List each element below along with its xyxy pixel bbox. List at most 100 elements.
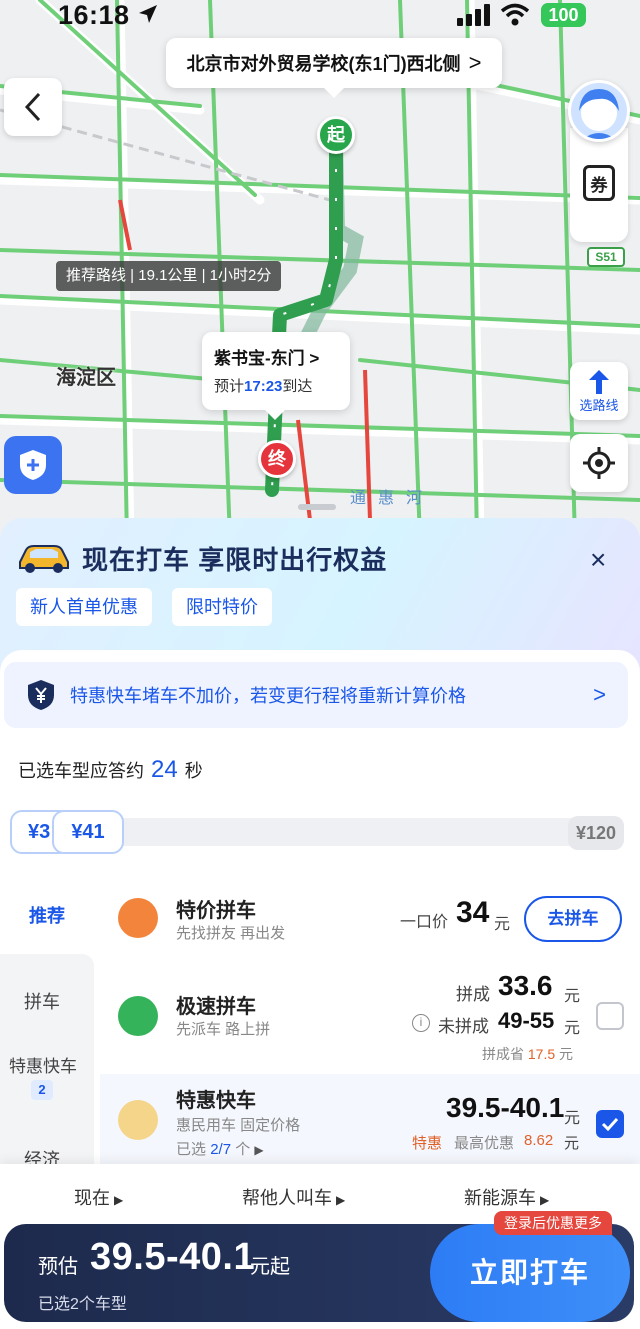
save-unit: 元 bbox=[559, 1046, 574, 1062]
estimate-price: 39.5-40.1 bbox=[90, 1236, 256, 1278]
selected-prefix: 已选 bbox=[176, 1141, 207, 1158]
info-icon[interactable]: i bbox=[412, 1014, 430, 1032]
choose-route-label: 选路线 bbox=[579, 398, 619, 413]
choose-route-button[interactable]: 选路线 bbox=[570, 362, 628, 420]
discount-label: 最高优惠 bbox=[454, 1135, 515, 1152]
back-button[interactable] bbox=[4, 78, 62, 136]
option-label: 现在 bbox=[74, 1188, 110, 1208]
safety-button[interactable] bbox=[4, 436, 62, 494]
wait-time: 已选车型应答约 24 秒 bbox=[18, 756, 203, 784]
nav-item-pool[interactable]: 拼车 bbox=[0, 988, 84, 1014]
triangle-right-icon: ▶ bbox=[254, 1143, 264, 1157]
river-label: 通惠河 bbox=[350, 490, 435, 507]
avatar-face-icon bbox=[579, 89, 619, 139]
pooled-price: 33.6 bbox=[498, 970, 553, 1001]
status-time: 16:18 bbox=[58, 0, 130, 30]
check-icon bbox=[601, 1117, 619, 1131]
option-call-for-others[interactable]: 帮他人叫车 ▶ bbox=[242, 1184, 345, 1210]
ride-sub: 先派车 路上拼 bbox=[176, 1021, 271, 1038]
ride-name: 特惠快车 bbox=[176, 1090, 256, 1112]
route-summary-label: 推荐路线 | 19.1公里 | 1小时2分 bbox=[56, 261, 282, 291]
eta-time: 17:23 bbox=[244, 378, 283, 395]
price-max-chip: ¥120 bbox=[568, 816, 624, 850]
special-pool-icon bbox=[118, 898, 158, 938]
wifi-icon bbox=[500, 3, 530, 26]
discount-amount: 8.62 bbox=[524, 1132, 554, 1149]
nav-item-express-badge: 2 bbox=[31, 1080, 53, 1100]
unpooled-label: 未拼成 bbox=[438, 1017, 489, 1036]
triangle-right-icon: ▶ bbox=[114, 1193, 124, 1207]
ride-price: 39.5-40.1 bbox=[446, 1092, 565, 1123]
coupon-icon[interactable]: 券 bbox=[583, 165, 615, 201]
signal-icon bbox=[457, 4, 490, 26]
save-amount: 17.5 bbox=[527, 1046, 556, 1062]
drag-handle[interactable] bbox=[298, 504, 336, 510]
discount-unit: 元 bbox=[564, 1135, 580, 1152]
highway-badge: S51 bbox=[587, 247, 625, 267]
car-icon bbox=[19, 545, 69, 573]
destination-name: 紫书宝-东门 bbox=[214, 349, 305, 368]
eta-suffix: 到达 bbox=[282, 378, 313, 395]
price-current-chip[interactable]: ¥41 bbox=[52, 810, 124, 854]
pricing-notice[interactable]: 特惠快车堵车不加价，若变更行程将重新计算价格 > bbox=[4, 662, 628, 728]
wait-suffix: 秒 bbox=[184, 761, 203, 781]
save-line: 拼成省 17.5 元 bbox=[482, 1044, 573, 1064]
ride-sub: 先找拼友 再出发 bbox=[176, 925, 286, 942]
wait-prefix: 已选车型应答约 bbox=[18, 761, 144, 781]
ride-options-panel: 特惠快车堵车不加价，若变更行程将重新计算价格 > 已选车型应答约 24 秒 ¥3… bbox=[0, 650, 640, 1170]
discount-express-checkbox[interactable] bbox=[596, 1110, 624, 1138]
nav-item-express[interactable]: 特惠快车 bbox=[0, 1052, 86, 1077]
chevron-right-icon: > bbox=[468, 50, 482, 75]
option-now[interactable]: 现在 ▶ bbox=[74, 1184, 123, 1210]
selected-count[interactable]: 已选 2/7 个 ▶ bbox=[176, 1138, 264, 1159]
start-pin: 起 bbox=[317, 116, 355, 154]
nav-item-recommended[interactable]: 推荐 bbox=[0, 878, 94, 954]
status-bar: 16:18 100 bbox=[0, 0, 640, 34]
close-icon[interactable]: × bbox=[590, 544, 606, 576]
promo-label: 特惠 bbox=[412, 1135, 443, 1152]
ride-option-discount-express[interactable]: 特惠快车 惠民用车 固定价格 已选 2/7 个 ▶ 39.5-40.1 元 特惠… bbox=[100, 1074, 640, 1164]
chevron-left-icon bbox=[24, 92, 41, 122]
map-view[interactable]: 16:18 100 北京市对外贸易学校(东1门)西北侧 > 券 S51 海淀区 … bbox=[0, 0, 640, 540]
destination-card[interactable]: 紫书宝-东门 > 预计17:23到达 bbox=[202, 332, 350, 420]
battery-indicator: 100 bbox=[541, 3, 586, 27]
origin-location-pill[interactable]: 北京市对外贸易学校(东1门)西北侧 > bbox=[166, 38, 502, 98]
price-unit: 元 bbox=[564, 988, 581, 1005]
pooled-label: 拼成 bbox=[456, 985, 490, 1004]
wait-seconds: 24 bbox=[151, 756, 178, 783]
option-label: 帮他人叫车 bbox=[242, 1188, 332, 1208]
ride-option-fast-pool[interactable]: 极速拼车 先派车 路上拼 拼成 33.6 元 i 未拼成 49-55 元 拼成省… bbox=[100, 968, 640, 1074]
route-arrow-icon bbox=[589, 370, 609, 394]
promo-tag-limited[interactable]: 限时特价 bbox=[172, 588, 272, 626]
avatar[interactable] bbox=[568, 80, 630, 142]
estimate-unit: 元起 bbox=[250, 1256, 290, 1278]
triangle-right-icon: ▶ bbox=[336, 1193, 346, 1207]
bottom-bar: 现在 ▶ 帮他人叫车 ▶ 新能源车 ▶ 登录后优惠更多 预估 39.5-40.1 元起… bbox=[0, 1164, 640, 1329]
option-label: 新能源车 bbox=[464, 1188, 536, 1208]
call-car-button[interactable]: 立即打车 bbox=[430, 1224, 630, 1322]
unpooled-price: 49-55 bbox=[498, 1008, 555, 1033]
crosshair-icon bbox=[583, 447, 615, 479]
selected-suffix: 个 bbox=[235, 1141, 251, 1158]
price-unit: 元 bbox=[494, 916, 511, 933]
end-pin: 终 bbox=[258, 440, 296, 478]
option-new-energy[interactable]: 新能源车 ▶ bbox=[464, 1184, 549, 1210]
discount-express-icon bbox=[118, 1100, 158, 1140]
ride-name: 特价拼车 bbox=[176, 900, 256, 922]
go-pool-button[interactable]: 去拼车 bbox=[524, 896, 622, 942]
price-prefix: 一口价 bbox=[400, 914, 449, 931]
locate-button[interactable] bbox=[570, 434, 628, 492]
chevron-right-icon: > bbox=[593, 682, 606, 707]
origin-label: 北京市对外贸易学校(东1门)西北侧 bbox=[186, 54, 461, 74]
eta-prefix: 预计 bbox=[214, 378, 245, 395]
promo-tag-new-user[interactable]: 新人首单优惠 bbox=[16, 588, 152, 626]
estimate-prefix: 预估 bbox=[38, 1256, 78, 1278]
shield-plus-icon bbox=[20, 450, 46, 480]
category-nav: 推荐 拼车 特惠快车 2 经济 bbox=[0, 878, 94, 1170]
district-label: 海淀区 bbox=[56, 367, 116, 389]
login-promo-tag: 登录后优惠更多 bbox=[494, 1211, 612, 1235]
price-unit: 元 bbox=[564, 1020, 581, 1037]
fast-pool-checkbox[interactable] bbox=[596, 1002, 624, 1030]
estimate-selected: 已选2个车型 bbox=[38, 1296, 127, 1313]
save-label: 拼成省 bbox=[482, 1046, 524, 1062]
